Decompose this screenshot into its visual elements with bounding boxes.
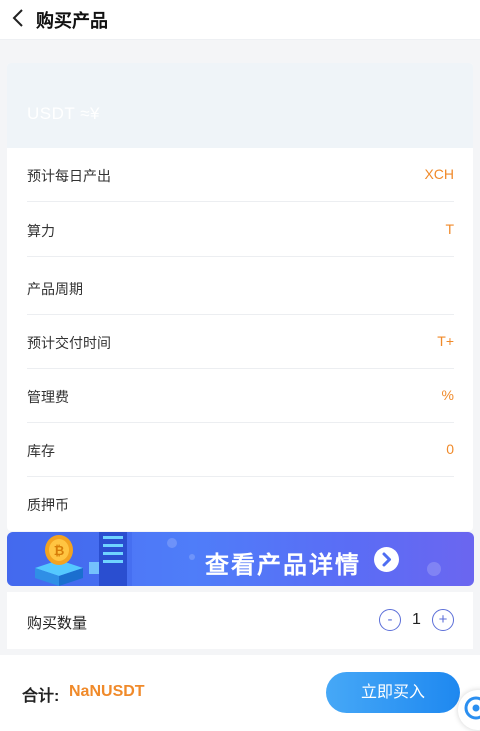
- row-hashrate: 算力 T: [27, 203, 454, 257]
- row-label: 算力: [27, 223, 55, 239]
- buy-now-button[interactable]: 立即买入: [326, 672, 460, 713]
- total-value: NaNUSDT: [69, 683, 145, 700]
- back-arrow-icon[interactable]: [9, 8, 29, 28]
- top-bar: 购买产品: [0, 0, 480, 40]
- row-label: 质押币: [27, 497, 69, 513]
- row-value: 0: [446, 441, 454, 457]
- row-pledge-coin: 质押币: [27, 477, 454, 531]
- row-value: %: [441, 387, 454, 403]
- row-value: XCH: [424, 166, 454, 182]
- row-delivery-time: 预计交付时间 T+: [27, 315, 454, 369]
- decor-dot: [427, 562, 441, 576]
- product-card: USDT ≈¥ 预计每日产出 XCH 算力 T 产品周期 预计交付时间 T+ 管…: [7, 63, 473, 531]
- row-label: 预计每日产出: [27, 168, 111, 184]
- row-label: 产品周期: [27, 281, 83, 297]
- decrease-button[interactable]: -: [379, 609, 401, 631]
- row-label: 库存: [27, 443, 55, 459]
- banner-text: 查看产品详情: [205, 552, 361, 579]
- total-label: 合计:: [22, 688, 60, 705]
- view-details-banner[interactable]: ₿ 查看产品详情: [7, 532, 474, 586]
- row-label: 管理费: [27, 389, 69, 405]
- row-daily-output: 预计每日产出 XCH: [27, 148, 454, 202]
- price-text: USDT ≈¥: [27, 104, 100, 123]
- increase-button[interactable]: +: [432, 609, 454, 631]
- crypto-server-illustration-icon: ₿: [7, 532, 132, 586]
- decor-dot: [167, 538, 177, 548]
- row-label: 预计交付时间: [27, 335, 111, 351]
- decor-dot: [189, 554, 195, 560]
- price-header: USDT ≈¥: [7, 63, 473, 148]
- footer-bar: 合计: NaNUSDT 立即买入: [0, 655, 480, 731]
- row-stock: 库存 0: [27, 423, 454, 477]
- page-title: 购买产品: [36, 11, 108, 31]
- chevron-right-circle-icon: [374, 547, 399, 572]
- row-value: T+: [437, 333, 454, 349]
- row-value: T: [445, 221, 454, 237]
- row-management-fee: 管理费 %: [27, 369, 454, 423]
- quantity-bar: 购买数量 - 1 +: [7, 592, 473, 649]
- quantity-value[interactable]: 1: [412, 611, 421, 629]
- svg-text:₿: ₿: [54, 544, 65, 559]
- quantity-label: 购买数量: [27, 615, 88, 632]
- row-cycle: 产品周期: [27, 261, 454, 315]
